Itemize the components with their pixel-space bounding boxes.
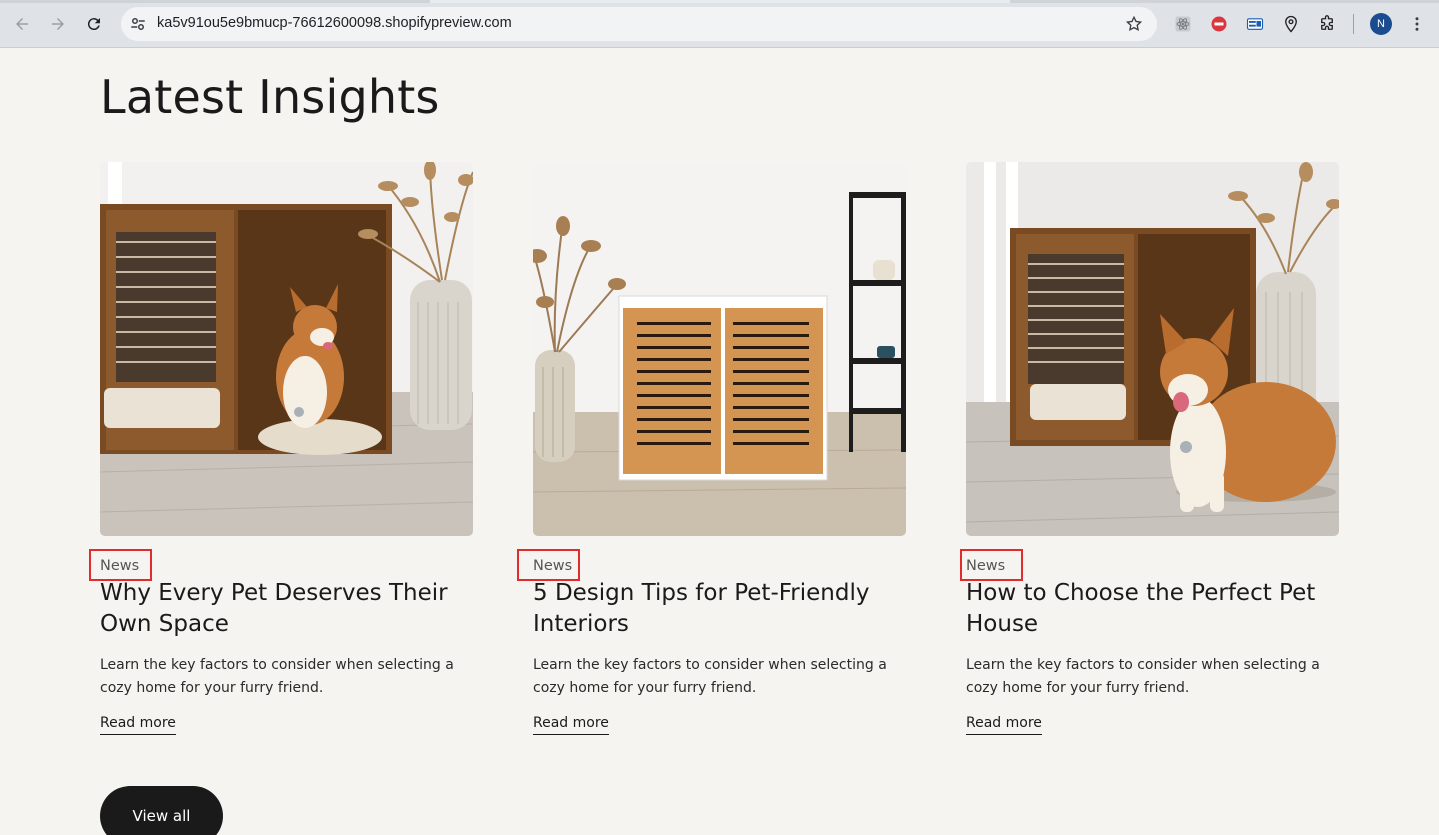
article-card: News How to Choose the Perfect Pet House…: [960, 162, 1339, 735]
article-category-tag[interactable]: News: [100, 558, 139, 574]
view-all-button[interactable]: View all: [100, 786, 223, 835]
back-icon[interactable]: [10, 12, 34, 36]
read-more-link[interactable]: Read more: [100, 715, 176, 735]
active-tab[interactable]: [430, 0, 1010, 3]
article-category-tag[interactable]: News: [966, 558, 1005, 574]
article-description: Learn the key factors to consider when s…: [966, 657, 1320, 696]
extensions-puzzle-icon[interactable]: [1317, 14, 1337, 34]
address-bar[interactable]: ka5v91ou5e9bmucp-76612600098.shopifyprev…: [121, 7, 1157, 41]
article-description: Learn the key factors to consider when s…: [533, 657, 887, 696]
menu-kebab-icon[interactable]: [1406, 13, 1428, 35]
read-more-link[interactable]: Read more: [533, 715, 609, 735]
tab-strip: [0, 0, 1439, 3]
react-devtools-icon[interactable]: [1173, 14, 1193, 34]
profile-avatar[interactable]: N: [1370, 13, 1392, 35]
reload-icon[interactable]: [82, 12, 106, 36]
ext-blue-icon[interactable]: [1245, 14, 1265, 34]
article-image[interactable]: [966, 162, 1339, 536]
article-image[interactable]: [100, 162, 473, 536]
article-card: News Why Every Pet Deserves Their Own Sp…: [89, 162, 473, 735]
article-title[interactable]: How to Choose the Perfect Pet House: [966, 578, 1339, 640]
site-settings-icon[interactable]: [129, 15, 147, 33]
location-pin-icon[interactable]: [1281, 14, 1301, 34]
article-description: Learn the key factors to consider when s…: [100, 657, 454, 696]
article-title[interactable]: 5 Design Tips for Pet-Friendly Interiors: [533, 578, 906, 640]
article-title[interactable]: Why Every Pet Deserves Their Own Space: [100, 578, 473, 640]
browser-toolbar: ka5v91ou5e9bmucp-76612600098.shopifyprev…: [0, 0, 1439, 48]
toolbar-divider: [1353, 14, 1354, 34]
forward-icon[interactable]: [46, 12, 70, 36]
article-category-tag[interactable]: News: [533, 558, 572, 574]
article-image[interactable]: [533, 162, 906, 536]
ext-red-icon[interactable]: [1209, 14, 1229, 34]
url-text[interactable]: ka5v91ou5e9bmucp-76612600098.shopifyprev…: [157, 15, 512, 31]
bookmark-star-icon[interactable]: [1125, 15, 1143, 33]
article-card: News 5 Design Tips for Pet-Friendly Inte…: [517, 162, 906, 735]
read-more-link[interactable]: Read more: [966, 715, 1042, 735]
section-heading: Latest Insights: [100, 70, 440, 124]
